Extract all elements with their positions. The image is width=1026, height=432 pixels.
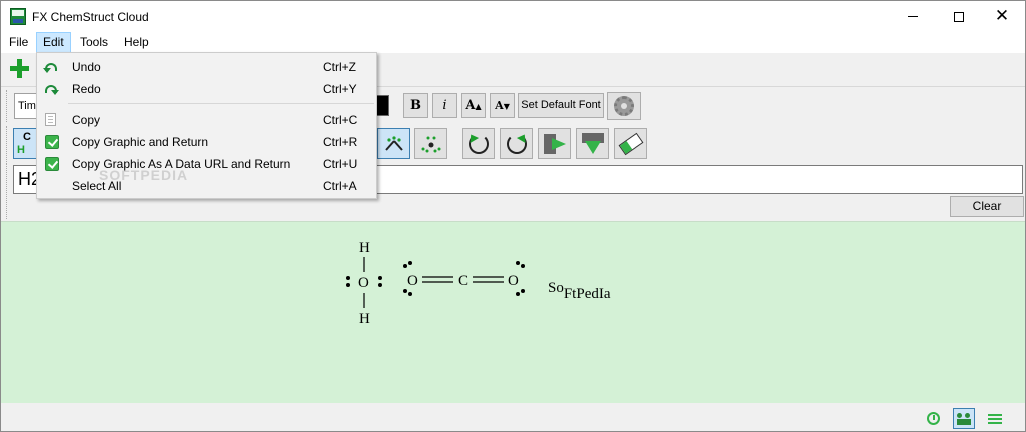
bond-angle-button[interactable] — [377, 128, 410, 159]
italic-button[interactable]: i — [432, 93, 457, 118]
water-h-bottom: H — [359, 311, 370, 327]
edit-menu-dropdown: Undo Ctrl+Z Redo Ctrl+Y Copy Ctrl+C Copy… — [36, 52, 377, 199]
menu-item-undo[interactable]: Undo Ctrl+Z — [38, 56, 375, 78]
clear-button[interactable]: Clear — [950, 196, 1024, 217]
menu-item-shortcut: Ctrl+A — [323, 179, 357, 193]
menu-file[interactable]: File — [3, 32, 34, 53]
lone-pair-button[interactable] — [414, 128, 447, 159]
lone-pair-dot — [403, 289, 407, 293]
close-button[interactable]: ✕ — [979, 1, 1025, 32]
menu-item-shortcut: Ctrl+R — [323, 135, 358, 149]
minimize-icon — [908, 16, 918, 17]
minimize-button[interactable] — [890, 1, 936, 32]
users-button[interactable] — [953, 408, 975, 429]
check-icon — [45, 157, 59, 171]
shrink-font-label: A — [495, 99, 504, 112]
maximize-icon — [954, 11, 964, 22]
app-window: FX ChemStruct Cloud ✕ File Edit Tools He… — [0, 0, 1026, 432]
menu-item-label: Copy — [72, 113, 101, 127]
caret-down-icon: ▼ — [503, 100, 510, 111]
menu-edit[interactable]: Edit — [36, 32, 71, 53]
canvas-text-sub: FtPedIa — [564, 286, 611, 302]
bold-button[interactable]: B — [403, 93, 428, 118]
menu-item-label: Copy Graphic and Return — [72, 135, 209, 149]
water-o: O — [358, 275, 369, 291]
molecule-drawing: H O H O C O SoFtPedIa — [346, 240, 611, 327]
co2-o-right: O — [508, 273, 519, 289]
status-bar — [1, 403, 1025, 431]
hamburger-button[interactable] — [984, 408, 1006, 429]
lone-pair-dot — [408, 292, 412, 296]
menu-item-shortcut: Ctrl+Z — [323, 60, 356, 74]
shrink-font-button[interactable]: A ▼ — [490, 93, 515, 118]
menu-tools[interactable]: Tools — [74, 32, 114, 53]
copy-icon — [45, 113, 59, 127]
history-icon — [926, 412, 940, 425]
lone-pair-dot — [378, 283, 382, 287]
set-default-font-button[interactable]: Set Default Font — [518, 93, 604, 118]
drawing-canvas[interactable]: H O H O C O SoFtPedIa — [1, 221, 1025, 403]
redo-icon — [45, 82, 59, 96]
eraser-icon — [618, 132, 643, 155]
close-icon: ✕ — [994, 6, 1010, 26]
download-icon — [581, 132, 604, 155]
menu-item-copy-graphic[interactable]: Copy Graphic and Return Ctrl+R — [38, 131, 375, 153]
menu-item-copy-data-url[interactable]: Copy Graphic As A Data URL and Return Ct… — [38, 153, 375, 175]
export-button[interactable] — [538, 128, 571, 159]
menu-item-shortcut: Ctrl+C — [323, 113, 358, 127]
caret-up-icon: ▲ — [475, 100, 482, 111]
co2-c: C — [458, 273, 468, 289]
menu-item-label: Redo — [72, 82, 101, 96]
chem-h-label: H — [17, 144, 25, 156]
canvas-text-main: So — [548, 280, 564, 296]
download-button[interactable] — [576, 128, 609, 159]
eraser-button[interactable] — [614, 128, 647, 159]
rotate-left-button[interactable] — [462, 128, 495, 159]
lone-pair-icon — [421, 136, 440, 152]
chem-c-label: C — [23, 131, 31, 143]
check-icon — [45, 135, 59, 149]
lone-pair-dot — [346, 276, 350, 280]
window-title: FX ChemStruct Cloud — [32, 10, 149, 24]
grow-font-label: A — [465, 98, 476, 113]
history-button[interactable] — [922, 408, 944, 429]
menu-item-select-all[interactable]: Select All Ctrl+A — [38, 175, 375, 197]
water-h-top: H — [359, 240, 370, 256]
maximize-button[interactable] — [936, 1, 982, 32]
watermark: SOFTPEDIA — [99, 167, 189, 183]
lone-pair-dot — [403, 264, 407, 268]
menu-item-copy[interactable]: Copy Ctrl+C — [38, 109, 375, 131]
menu-separator — [68, 103, 374, 104]
canvas-text-label: SoFtPedIa — [548, 280, 611, 302]
bond-angle-icon — [384, 135, 403, 151]
add-icon[interactable] — [8, 57, 30, 79]
app-logo-icon — [10, 8, 26, 25]
rotate-left-icon — [468, 133, 489, 154]
lone-pair-dot — [521, 289, 525, 293]
export-icon — [543, 133, 566, 154]
menu-item-label: Undo — [72, 60, 101, 74]
rotate-right-button[interactable] — [500, 128, 533, 159]
settings-button[interactable] — [607, 92, 641, 120]
menu-item-shortcut: Ctrl+Y — [323, 82, 357, 96]
lone-pair-dot — [516, 292, 520, 296]
menu-item-redo[interactable]: Redo Ctrl+Y — [38, 78, 375, 100]
hamburger-icon — [988, 417, 1002, 420]
title-bar: FX ChemStruct Cloud ✕ — [1, 1, 1025, 32]
co2-o-left: O — [407, 273, 418, 289]
lone-pair-dot — [521, 264, 525, 268]
lone-pair-dot — [516, 261, 520, 265]
undo-icon — [43, 60, 59, 74]
grow-font-button[interactable]: A ▲ — [461, 93, 486, 118]
rotate-right-icon — [506, 133, 527, 154]
users-icon — [957, 412, 971, 425]
lone-pair-dot — [346, 283, 350, 287]
menu-item-shortcut: Ctrl+U — [323, 157, 358, 171]
lone-pair-dot — [378, 276, 382, 280]
menu-help[interactable]: Help — [118, 32, 155, 53]
lone-pair-dot — [408, 261, 412, 265]
menu-bar: File Edit Tools Help — [1, 32, 1025, 53]
gear-icon — [614, 96, 634, 116]
